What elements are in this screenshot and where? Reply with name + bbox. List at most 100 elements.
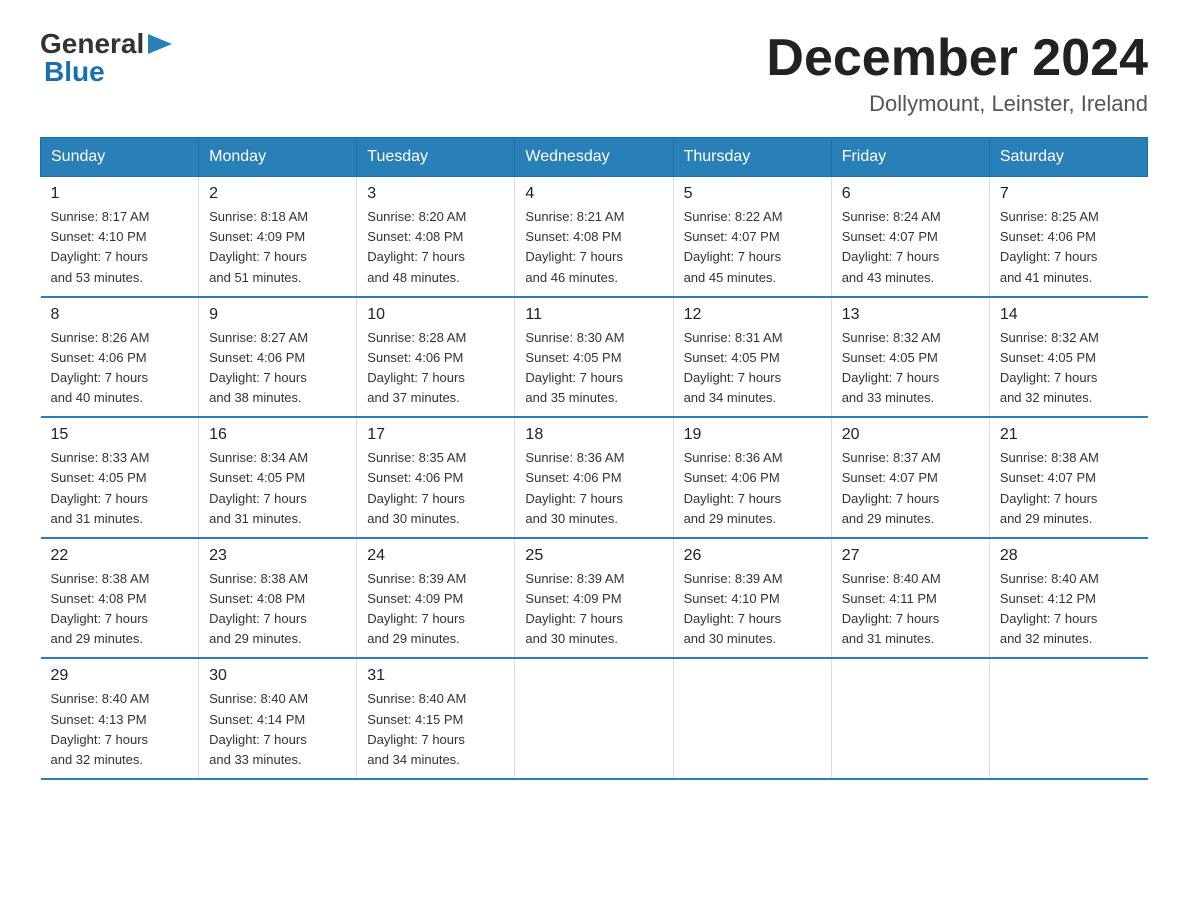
month-title: December 2024 bbox=[766, 30, 1148, 87]
day-number: 28 bbox=[1000, 547, 1138, 565]
day-number: 4 bbox=[525, 185, 662, 203]
day-cell: 8 Sunrise: 8:26 AMSunset: 4:06 PMDayligh… bbox=[41, 297, 199, 418]
day-number: 26 bbox=[684, 547, 821, 565]
day-info: Sunrise: 8:40 AMSunset: 4:13 PMDaylight:… bbox=[51, 691, 150, 766]
header-saturday: Saturday bbox=[989, 138, 1147, 177]
day-cell: 21 Sunrise: 8:38 AMSunset: 4:07 PMDaylig… bbox=[989, 417, 1147, 538]
day-number: 7 bbox=[1000, 185, 1138, 203]
logo: General Blue bbox=[40, 30, 174, 86]
day-cell: 9 Sunrise: 8:27 AMSunset: 4:06 PMDayligh… bbox=[199, 297, 357, 418]
calendar-table: SundayMondayTuesdayWednesdayThursdayFrid… bbox=[40, 137, 1148, 780]
day-cell: 14 Sunrise: 8:32 AMSunset: 4:05 PMDaylig… bbox=[989, 297, 1147, 418]
day-number: 21 bbox=[1000, 426, 1138, 444]
day-info: Sunrise: 8:17 AMSunset: 4:10 PMDaylight:… bbox=[51, 209, 150, 284]
day-info: Sunrise: 8:38 AMSunset: 4:07 PMDaylight:… bbox=[1000, 450, 1099, 525]
day-info: Sunrise: 8:39 AMSunset: 4:09 PMDaylight:… bbox=[367, 571, 466, 646]
day-number: 24 bbox=[367, 547, 504, 565]
day-number: 11 bbox=[525, 306, 662, 324]
day-info: Sunrise: 8:35 AMSunset: 4:06 PMDaylight:… bbox=[367, 450, 466, 525]
day-number: 17 bbox=[367, 426, 504, 444]
day-number: 29 bbox=[51, 667, 189, 685]
day-cell: 11 Sunrise: 8:30 AMSunset: 4:05 PMDaylig… bbox=[515, 297, 673, 418]
day-info: Sunrise: 8:40 AMSunset: 4:11 PMDaylight:… bbox=[842, 571, 941, 646]
day-cell bbox=[831, 658, 989, 779]
day-info: Sunrise: 8:33 AMSunset: 4:05 PMDaylight:… bbox=[51, 450, 150, 525]
day-number: 10 bbox=[367, 306, 504, 324]
day-info: Sunrise: 8:30 AMSunset: 4:05 PMDaylight:… bbox=[525, 330, 624, 405]
day-info: Sunrise: 8:36 AMSunset: 4:06 PMDaylight:… bbox=[525, 450, 624, 525]
header-thursday: Thursday bbox=[673, 138, 831, 177]
day-cell: 23 Sunrise: 8:38 AMSunset: 4:08 PMDaylig… bbox=[199, 538, 357, 659]
day-cell: 12 Sunrise: 8:31 AMSunset: 4:05 PMDaylig… bbox=[673, 297, 831, 418]
day-info: Sunrise: 8:39 AMSunset: 4:09 PMDaylight:… bbox=[525, 571, 624, 646]
day-cell: 28 Sunrise: 8:40 AMSunset: 4:12 PMDaylig… bbox=[989, 538, 1147, 659]
day-cell: 3 Sunrise: 8:20 AMSunset: 4:08 PMDayligh… bbox=[357, 177, 515, 297]
day-cell bbox=[673, 658, 831, 779]
day-number: 6 bbox=[842, 185, 979, 203]
day-cell: 20 Sunrise: 8:37 AMSunset: 4:07 PMDaylig… bbox=[831, 417, 989, 538]
day-number: 25 bbox=[525, 547, 662, 565]
day-cell: 26 Sunrise: 8:39 AMSunset: 4:10 PMDaylig… bbox=[673, 538, 831, 659]
day-number: 2 bbox=[209, 185, 346, 203]
week-row-1: 1 Sunrise: 8:17 AMSunset: 4:10 PMDayligh… bbox=[41, 177, 1148, 297]
week-row-4: 22 Sunrise: 8:38 AMSunset: 4:08 PMDaylig… bbox=[41, 538, 1148, 659]
day-info: Sunrise: 8:32 AMSunset: 4:05 PMDaylight:… bbox=[1000, 330, 1099, 405]
day-cell: 2 Sunrise: 8:18 AMSunset: 4:09 PMDayligh… bbox=[199, 177, 357, 297]
day-cell: 4 Sunrise: 8:21 AMSunset: 4:08 PMDayligh… bbox=[515, 177, 673, 297]
day-info: Sunrise: 8:31 AMSunset: 4:05 PMDaylight:… bbox=[684, 330, 783, 405]
logo-triangle-icon bbox=[146, 30, 174, 58]
day-cell: 31 Sunrise: 8:40 AMSunset: 4:15 PMDaylig… bbox=[357, 658, 515, 779]
day-number: 3 bbox=[367, 185, 504, 203]
day-cell: 19 Sunrise: 8:36 AMSunset: 4:06 PMDaylig… bbox=[673, 417, 831, 538]
day-info: Sunrise: 8:22 AMSunset: 4:07 PMDaylight:… bbox=[684, 209, 783, 284]
day-cell bbox=[989, 658, 1147, 779]
day-info: Sunrise: 8:25 AMSunset: 4:06 PMDaylight:… bbox=[1000, 209, 1099, 284]
day-number: 20 bbox=[842, 426, 979, 444]
day-info: Sunrise: 8:20 AMSunset: 4:08 PMDaylight:… bbox=[367, 209, 466, 284]
day-cell: 16 Sunrise: 8:34 AMSunset: 4:05 PMDaylig… bbox=[199, 417, 357, 538]
week-row-5: 29 Sunrise: 8:40 AMSunset: 4:13 PMDaylig… bbox=[41, 658, 1148, 779]
day-info: Sunrise: 8:38 AMSunset: 4:08 PMDaylight:… bbox=[209, 571, 308, 646]
day-number: 14 bbox=[1000, 306, 1138, 324]
day-number: 19 bbox=[684, 426, 821, 444]
day-info: Sunrise: 8:27 AMSunset: 4:06 PMDaylight:… bbox=[209, 330, 308, 405]
day-number: 8 bbox=[51, 306, 189, 324]
day-cell: 17 Sunrise: 8:35 AMSunset: 4:06 PMDaylig… bbox=[357, 417, 515, 538]
day-info: Sunrise: 8:38 AMSunset: 4:08 PMDaylight:… bbox=[51, 571, 150, 646]
weekday-header-row: SundayMondayTuesdayWednesdayThursdayFrid… bbox=[41, 138, 1148, 177]
day-number: 12 bbox=[684, 306, 821, 324]
day-cell: 15 Sunrise: 8:33 AMSunset: 4:05 PMDaylig… bbox=[41, 417, 199, 538]
day-number: 9 bbox=[209, 306, 346, 324]
header-friday: Friday bbox=[831, 138, 989, 177]
day-info: Sunrise: 8:34 AMSunset: 4:05 PMDaylight:… bbox=[209, 450, 308, 525]
location-subtitle: Dollymount, Leinster, Ireland bbox=[766, 91, 1148, 117]
title-section: December 2024 Dollymount, Leinster, Irel… bbox=[766, 30, 1148, 117]
day-info: Sunrise: 8:28 AMSunset: 4:06 PMDaylight:… bbox=[367, 330, 466, 405]
day-number: 15 bbox=[51, 426, 189, 444]
day-number: 22 bbox=[51, 547, 189, 565]
day-cell: 7 Sunrise: 8:25 AMSunset: 4:06 PMDayligh… bbox=[989, 177, 1147, 297]
day-number: 31 bbox=[367, 667, 504, 685]
day-info: Sunrise: 8:40 AMSunset: 4:15 PMDaylight:… bbox=[367, 691, 466, 766]
page-header: General Blue December 2024 Dollymount, L… bbox=[40, 30, 1148, 117]
logo-general-text: General bbox=[40, 30, 144, 58]
day-info: Sunrise: 8:36 AMSunset: 4:06 PMDaylight:… bbox=[684, 450, 783, 525]
day-cell: 29 Sunrise: 8:40 AMSunset: 4:13 PMDaylig… bbox=[41, 658, 199, 779]
day-cell: 25 Sunrise: 8:39 AMSunset: 4:09 PMDaylig… bbox=[515, 538, 673, 659]
day-cell: 27 Sunrise: 8:40 AMSunset: 4:11 PMDaylig… bbox=[831, 538, 989, 659]
day-number: 18 bbox=[525, 426, 662, 444]
week-row-3: 15 Sunrise: 8:33 AMSunset: 4:05 PMDaylig… bbox=[41, 417, 1148, 538]
day-info: Sunrise: 8:39 AMSunset: 4:10 PMDaylight:… bbox=[684, 571, 783, 646]
day-info: Sunrise: 8:21 AMSunset: 4:08 PMDaylight:… bbox=[525, 209, 624, 284]
day-cell: 6 Sunrise: 8:24 AMSunset: 4:07 PMDayligh… bbox=[831, 177, 989, 297]
day-cell: 18 Sunrise: 8:36 AMSunset: 4:06 PMDaylig… bbox=[515, 417, 673, 538]
day-info: Sunrise: 8:37 AMSunset: 4:07 PMDaylight:… bbox=[842, 450, 941, 525]
day-number: 30 bbox=[209, 667, 346, 685]
day-cell: 30 Sunrise: 8:40 AMSunset: 4:14 PMDaylig… bbox=[199, 658, 357, 779]
day-number: 23 bbox=[209, 547, 346, 565]
day-info: Sunrise: 8:40 AMSunset: 4:14 PMDaylight:… bbox=[209, 691, 308, 766]
week-row-2: 8 Sunrise: 8:26 AMSunset: 4:06 PMDayligh… bbox=[41, 297, 1148, 418]
day-info: Sunrise: 8:18 AMSunset: 4:09 PMDaylight:… bbox=[209, 209, 308, 284]
day-number: 27 bbox=[842, 547, 979, 565]
day-cell: 24 Sunrise: 8:39 AMSunset: 4:09 PMDaylig… bbox=[357, 538, 515, 659]
